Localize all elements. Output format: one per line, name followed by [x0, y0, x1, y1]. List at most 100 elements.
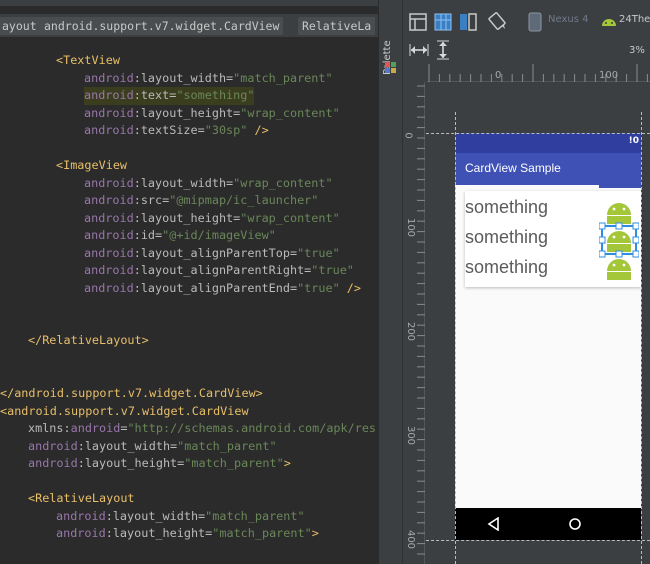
guide-line: [641, 112, 642, 564]
code-token: :layout_width=: [133, 176, 234, 190]
code-line[interactable]: android:layout_height="wrap_content": [84, 105, 340, 123]
api-level-selector[interactable]: 24The: [619, 14, 650, 25]
app-title: CardView Sample: [465, 161, 561, 175]
text-view[interactable]: something: [465, 257, 548, 278]
guide-line: [426, 133, 650, 134]
back-icon[interactable]: [487, 517, 501, 531]
code-token: <android.support.v7.widget.CardView: [0, 404, 249, 418]
app-bar-shadow: [599, 185, 641, 188]
breadcrumb: ayout android.support.v7.widget.CardView…: [0, 14, 378, 38]
code-token: "30sp": [204, 123, 248, 137]
code-token: :text=: [133, 88, 177, 102]
code-line[interactable]: android:layout_height="match_parent">: [56, 525, 319, 543]
code-token: >: [311, 526, 319, 540]
code-token: "true": [297, 246, 340, 260]
ruler-tick-label: 300: [405, 425, 417, 446]
code-token: />: [339, 281, 362, 295]
split-view-icon[interactable]: [458, 12, 478, 32]
code-token: android: [84, 211, 134, 225]
code-line[interactable]: android:layout_width="match_parent": [28, 438, 277, 456]
ruler-left: 0 100 200 300 400: [403, 82, 425, 564]
code-token: "wrap_content": [240, 106, 340, 120]
status-bar: !0: [455, 133, 641, 153]
palette-strip: Palette: [379, 0, 403, 564]
ruler-tick-label: 0: [495, 70, 502, 81]
code-line[interactable]: xmlns:android="http://schemas.android.co…: [28, 420, 376, 438]
code-line[interactable]: android:src="@mipmap/ic_launcher": [84, 192, 318, 210]
code-line[interactable]: android:layout_alignParentRight="true": [84, 262, 354, 280]
code-line[interactable]: android:layout_width="wrap_content": [84, 175, 333, 193]
code-line[interactable]: android:text="something": [84, 87, 255, 105]
code-line[interactable]: android:id="@+id/imageView": [84, 227, 276, 245]
code-line[interactable]: <ImageView: [56, 157, 127, 175]
code-line[interactable]: android:layout_height="wrap_content": [84, 210, 340, 228]
breadcrumb-item[interactable]: ayout: [0, 17, 41, 35]
code-line[interactable]: <TextView: [56, 52, 120, 70]
device-preview-screen[interactable]: !0 CardView Sample something something s…: [455, 133, 641, 540]
code-token: :layout_width=: [105, 509, 206, 523]
code-line[interactable]: <android.support.v7.widget.CardView: [0, 403, 249, 421]
text-view[interactable]: something: [465, 197, 548, 218]
code-token: xmlns:: [28, 421, 71, 435]
code-token: <ImageView: [56, 158, 128, 172]
android-api-icon[interactable]: [599, 12, 619, 32]
code-token: android: [84, 228, 134, 242]
palette-icon[interactable]: [385, 62, 397, 74]
device-selector[interactable]: Nexus 4: [548, 14, 588, 25]
code-token: "wrap_content": [240, 211, 340, 225]
code-token: android: [84, 123, 134, 137]
fit-width-icon[interactable]: [409, 40, 429, 60]
blueprint-view-icon[interactable]: [433, 12, 453, 32]
breadcrumb-item[interactable]: android.support.v7.widget.CardView: [40, 17, 284, 35]
code-token: android: [56, 509, 106, 523]
code-token: "match_parent": [184, 456, 284, 470]
code-token: :layout_alignParentTop=: [133, 246, 298, 260]
fit-height-icon[interactable]: [433, 40, 453, 60]
code-token: android: [84, 281, 134, 295]
app-bar: CardView Sample: [455, 153, 641, 185]
code-line[interactable]: </RelativeLayout>: [28, 332, 149, 350]
code-line[interactable]: android:layout_alignParentTop="true": [84, 245, 340, 263]
ruler-top: 0 100: [427, 62, 650, 82]
status-bar-time: !0: [628, 136, 639, 146]
code-token: "match_parent": [177, 439, 277, 453]
code-line[interactable]: android:layout_alignParentEnd="true" />: [84, 280, 361, 298]
code-token: <TextView: [56, 53, 120, 67]
code-editor[interactable]: ayout android.support.v7.widget.CardView…: [0, 0, 378, 564]
code-token: :src=: [133, 193, 170, 207]
breadcrumb-item[interactable]: RelativeLa: [298, 17, 376, 35]
orientation-icon[interactable]: [487, 11, 507, 31]
code-line[interactable]: android:layout_width="match_parent": [84, 70, 333, 88]
ruler-tick-label: 0: [402, 132, 414, 139]
design-view-icon[interactable]: [408, 12, 428, 32]
code-token: />: [247, 123, 269, 137]
card-view[interactable]: something something something: [465, 191, 641, 287]
palette-tab[interactable]: Palette: [382, 28, 400, 88]
code-line[interactable]: android:textSize="30sp" />: [84, 122, 269, 140]
device-icon[interactable]: [525, 12, 545, 32]
home-icon[interactable]: [568, 517, 582, 531]
code-line[interactable]: </android.support.v7.widget.CardView>: [0, 385, 263, 403]
text-view[interactable]: something: [465, 227, 548, 248]
code-token: android: [70, 421, 121, 435]
code-token: :layout_height=: [77, 456, 185, 470]
guide-line: [455, 112, 456, 564]
code-token: :textSize=: [133, 123, 205, 137]
code-token: "http://schemas.android.com/apk/res: [127, 421, 377, 435]
image-view[interactable]: [599, 193, 639, 285]
code-line[interactable]: android:layout_height="match_parent">: [28, 455, 291, 473]
code-line[interactable]: android:layout_width="match_parent": [56, 508, 305, 526]
code-token: "match_parent": [233, 71, 333, 85]
code-token: android: [84, 246, 134, 260]
code-token: android: [84, 263, 134, 277]
code-token: :id=: [133, 228, 163, 242]
code-token: android: [84, 88, 134, 102]
code-token: "match_parent": [205, 509, 305, 523]
code-token: <RelativeLayout: [28, 491, 135, 505]
code-token: "true": [311, 263, 354, 277]
android-icon: [607, 231, 631, 252]
code-line[interactable]: <RelativeLayout: [28, 490, 135, 508]
code-token: android: [56, 526, 106, 540]
code-token: android: [28, 439, 78, 453]
code-token: :layout_width=: [77, 439, 178, 453]
